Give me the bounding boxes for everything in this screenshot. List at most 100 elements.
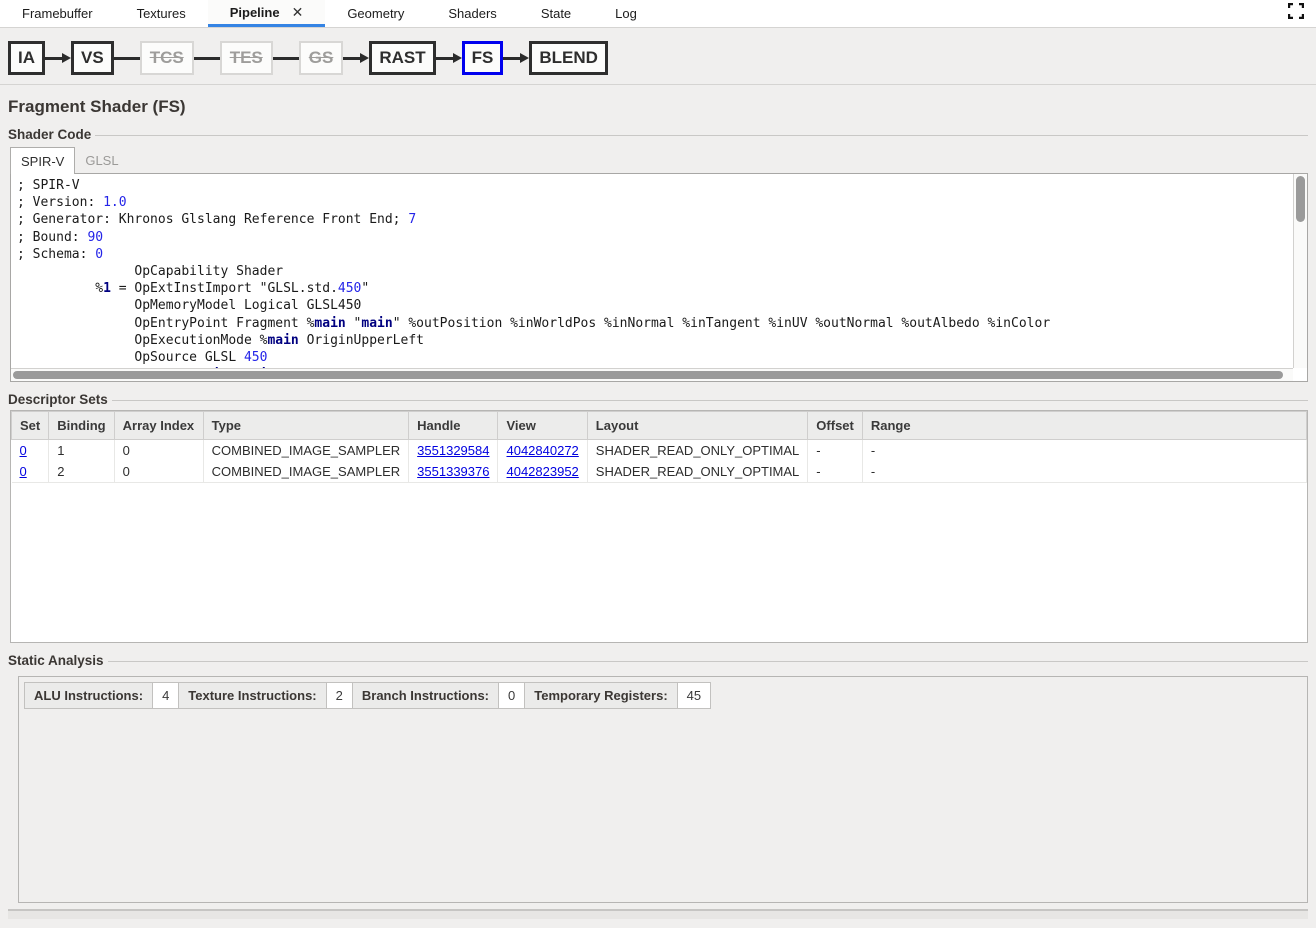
column-header[interactable]: Handle [409,412,498,440]
descriptor-table-header-row: SetBindingArray IndexTypeHandleViewLayou… [12,412,1307,440]
column-header[interactable]: Offset [808,412,863,440]
cell-type: COMBINED_IMAGE_SAMPLER [203,440,409,462]
tab-label: Pipeline [230,5,280,20]
cell-layout: SHADER_READ_ONLY_OPTIMAL [587,461,808,483]
column-header[interactable]: Layout [587,412,808,440]
static-analysis-table: ALU Instructions:4Texture Instructions:2… [24,682,711,709]
stat-label: Branch Instructions: [352,683,498,709]
pipeline-connector [436,53,462,63]
tab-label: State [541,6,571,21]
cell-handle: 3551339376 [409,461,498,483]
column-header[interactable]: Array Index [114,412,203,440]
page-title: Fragment Shader (FS) [8,97,1308,117]
column-header[interactable]: Binding [49,412,114,440]
code-line: OpSource GLSL 450 [17,349,1301,366]
set-link[interactable]: 0 [20,443,27,458]
pipeline-connector [45,53,71,63]
static-analysis-legend: Static Analysis [8,653,104,668]
tab-label: Textures [137,6,186,21]
cell-range: - [862,461,1306,483]
pipeline-connector [114,57,140,60]
tab-log[interactable]: Log [593,0,659,27]
table-row: 020COMBINED_IMAGE_SAMPLER355133937640428… [12,461,1307,483]
column-header[interactable]: Type [203,412,409,440]
code-tab-spir-v[interactable]: SPIR-V [10,147,75,174]
divider [0,84,1316,85]
fullscreen-button[interactable] [1276,0,1316,27]
descriptor-sets-table: SetBindingArray IndexTypeHandleViewLayou… [11,411,1307,483]
cell-set: 0 [12,440,49,462]
tab-label: Geometry [347,6,404,21]
main-panel: Fragment Shader (FS) Shader Code SPIR-VG… [0,97,1316,919]
pipeline-stage-vs[interactable]: VS [71,41,114,75]
code-line: OpMemoryModel Logical GLSL450 [17,297,1301,314]
vertical-scrollbar-thumb[interactable] [1296,176,1305,222]
pipeline-diagram: IA VS TCS TES GS RAST FS BLEND [0,28,1316,84]
shader-code-tabs: SPIR-VGLSL [10,146,1308,173]
code-line: ; SPIR-V [17,177,1301,194]
pipeline-connector [343,53,369,63]
handle-link[interactable]: 3551339376 [417,464,489,479]
tab-framebuffer[interactable]: Framebuffer [0,0,115,27]
set-link[interactable]: 0 [20,464,27,479]
tab-geometry[interactable]: Geometry [325,0,426,27]
column-header[interactable]: Range [862,412,1306,440]
tab-bar-tabs: Framebuffer Textures Pipeline ✕ Geometry Shad… [0,0,659,27]
tab-label: Shaders [448,6,496,21]
stat-value: 45 [677,683,710,709]
pipeline-stage-blend[interactable]: BLEND [529,41,608,75]
code-line: ; Generator: Khronos Glslang Reference F… [17,211,1301,228]
column-header[interactable]: View [498,412,587,440]
pipeline-stage-tes[interactable]: TES [220,41,273,75]
view-link[interactable]: 4042840272 [506,443,578,458]
horizontal-scrollbar[interactable] [11,368,1293,381]
tab-shaders[interactable]: Shaders [426,0,518,27]
code-line: OpCapability Shader [17,263,1301,280]
pipeline-stage-gs[interactable]: GS [299,41,344,75]
cell-view: 4042840272 [498,440,587,462]
cell-view: 4042823952 [498,461,587,483]
code-line: ; Version: 1.0 [17,194,1301,211]
static-analysis-section-header: Static Analysis [8,653,1308,668]
tab-textures[interactable]: Textures [115,0,208,27]
code-line: ; Bound: 90 [17,229,1301,246]
pipeline-stage-tcs[interactable]: TCS [140,41,194,75]
handle-link[interactable]: 3551329584 [417,443,489,458]
tab-close-icon[interactable]: ✕ [292,4,304,21]
pipeline-connector [503,53,529,63]
cell-array_index: 0 [114,461,203,483]
pipeline-stage-rast[interactable]: RAST [369,41,435,75]
cell-layout: SHADER_READ_ONLY_OPTIMAL [587,440,808,462]
stat-label: ALU Instructions: [25,683,153,709]
tab-label: Framebuffer [22,6,93,21]
stat-value: 4 [153,683,179,709]
stat-label: Temporary Registers: [525,683,677,709]
pipeline-stage-fs[interactable]: FS [462,41,504,75]
cell-range: - [862,440,1306,462]
fullscreen-icon [1288,3,1304,24]
tab-pipeline[interactable]: Pipeline ✕ [208,0,326,27]
tab-bar: Framebuffer Textures Pipeline ✕ Geometry Shad… [0,0,1316,28]
table-row: 010COMBINED_IMAGE_SAMPLER355132958440428… [12,440,1307,462]
descriptor-table-body: 010COMBINED_IMAGE_SAMPLER355132958440428… [12,440,1307,483]
shader-code-legend: Shader Code [8,127,91,142]
cell-offset: - [808,440,863,462]
tab-state[interactable]: State [519,0,593,27]
column-header[interactable]: Set [12,412,49,440]
static-analysis-container: ALU Instructions:4Texture Instructions:2… [18,676,1308,903]
horizontal-scrollbar-thumb[interactable] [13,371,1283,379]
cell-handle: 3551329584 [409,440,498,462]
descriptor-sets-section-header: Descriptor Sets [8,392,1308,407]
code-tab-glsl[interactable]: GLSL [75,147,128,174]
descriptor-sets-legend: Descriptor Sets [8,392,108,407]
code-line: OpEntryPoint Fragment %main "main" %outP… [17,315,1301,332]
stat-value: 0 [499,683,525,709]
pipeline-connector [194,57,220,60]
descriptor-sets-table-container: SetBindingArray IndexTypeHandleViewLayou… [10,410,1308,643]
cell-binding: 1 [49,440,114,462]
view-link[interactable]: 4042823952 [506,464,578,479]
pipeline-stage-ia[interactable]: IA [8,41,45,75]
vertical-scrollbar[interactable] [1293,174,1307,368]
bottom-separator [8,909,1308,919]
static-analysis-row: ALU Instructions:4Texture Instructions:2… [25,683,711,709]
